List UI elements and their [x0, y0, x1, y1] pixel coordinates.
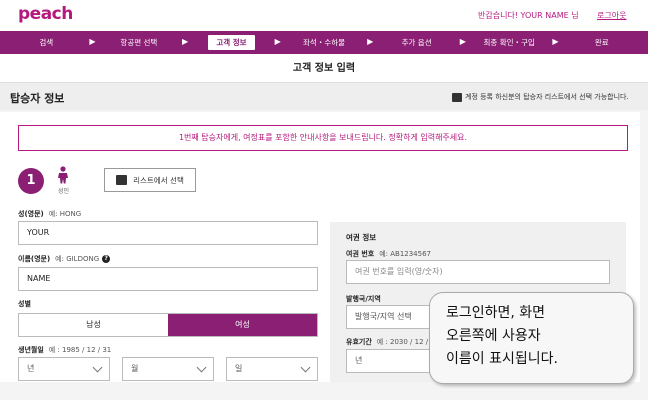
birth-day-value: 일: [235, 364, 243, 373]
step-label: 추가 옵션: [401, 38, 432, 47]
gender-label: 성별: [18, 300, 31, 308]
step-seat-baggage: 좌석・수하물 ▶: [278, 31, 373, 54]
person-icon: [58, 166, 68, 184]
step-label: 좌석・수하물: [303, 38, 346, 47]
passport-number-label: 여권 번호 예: AB1234567: [346, 249, 431, 259]
passport-number-example: 예: AB1234567: [379, 250, 431, 258]
peach-logo[interactable]: peach: [18, 4, 73, 24]
passenger-number: 1: [18, 168, 44, 194]
step-label: 완료: [594, 38, 609, 47]
expiry-label: 유효기간 예 : 2030 / 12 / 3: [346, 337, 435, 347]
step-search: 검색 ▶: [0, 31, 95, 54]
passenger-type: 성인: [58, 188, 70, 195]
expiry-year-value: 년: [355, 356, 363, 365]
passport-number-input[interactable]: 여권 번호를 입력(영/숫자): [346, 260, 610, 284]
select-from-list-button[interactable]: 리스트에서 선택: [104, 168, 196, 192]
page-title: 고객 정보 입력: [292, 63, 356, 74]
surname-label: 성(영문) 예: HONG: [18, 209, 81, 219]
birthdate-label: 생년월일 예 : 1985 / 12 / 31: [18, 345, 111, 355]
given-name-example: 예: GILDONG: [55, 255, 100, 263]
step-options: 추가 옵션 ▶: [370, 31, 466, 54]
contact-list-icon: [452, 92, 462, 102]
birth-year-select[interactable]: 년: [18, 357, 110, 381]
chevron-down-icon: [300, 362, 311, 373]
welcome-message: 반갑습니다! YOUR NAME 님: [478, 11, 579, 20]
expiry-example: 예 : 2030 / 12 / 3: [376, 338, 435, 346]
given-name-label: 이름(영문) 예: GILDONG?: [18, 254, 111, 264]
step-label: 검색: [39, 38, 54, 47]
given-name-label-text: 이름(영문): [18, 255, 51, 263]
issuing-country-value: 발행국/지역 선택: [355, 312, 412, 321]
gender-male-button[interactable]: 남성: [19, 314, 168, 336]
birthdate-example: 예 : 1985 / 12 / 31: [48, 346, 112, 354]
birth-month-value: 월: [131, 364, 139, 373]
expiry-label-text: 유효기간: [346, 338, 372, 346]
surname-example: 예: HONG: [48, 210, 82, 218]
chevron-down-icon: [196, 362, 207, 373]
login-tooltip: 로그인하면, 화면 오른쪽에 사용자 이름이 표시됩니다.: [429, 292, 634, 384]
section-note-text: 계정 등록 하신분의 탑승자 리스트에서 선택 가능합니다.: [465, 93, 629, 101]
section-header: 탑승자 정보 계정 등록 하신분의 탑승자 리스트에서 선택 가능합니다.: [0, 82, 648, 110]
logout-link[interactable]: 로그아웃: [597, 10, 626, 21]
birth-day-select[interactable]: 일: [226, 357, 318, 381]
passport-number-label-text: 여권 번호: [346, 250, 375, 258]
tooltip-line-1: 로그인하면, 화면: [446, 305, 546, 321]
expiry-year-select[interactable]: 년: [346, 349, 430, 373]
passport-title: 여권 정보: [346, 233, 377, 242]
section-title: 탑승자 정보: [10, 92, 65, 105]
step-label: 최종 확인・구입: [483, 38, 535, 47]
chevron-down-icon: [92, 362, 103, 373]
contact-list-icon: [116, 175, 128, 185]
header: peach 반갑습니다! YOUR NAME 님 로그아웃: [0, 0, 648, 30]
tooltip-line-2: 오른쪽에 사용자: [446, 328, 541, 344]
help-icon[interactable]: ?: [102, 255, 111, 263]
surname-input[interactable]: YOUR: [18, 221, 318, 245]
select-from-list-label: 리스트에서 선택: [133, 175, 184, 185]
step-complete: 완료: [555, 31, 648, 54]
tooltip-line-3: 이름이 표시됩니다.: [446, 351, 558, 367]
step-label: 고객 정보: [208, 35, 255, 50]
section-note: 계정 등록 하신분의 탑승자 리스트에서 선택 가능합니다.: [452, 92, 629, 102]
booking-steps: 검색 ▶ 항공편 선택 ▶ 고객 정보 ▶ 좌석・수하물 ▶ 추가 옵션 ▶ 최종 확인・…: [0, 31, 648, 54]
surname-label-text: 성(영문): [18, 210, 44, 218]
birth-month-select[interactable]: 월: [122, 357, 214, 381]
step-flight: 항공편 선택 ▶: [93, 31, 188, 54]
birth-year-value: 년: [27, 364, 35, 373]
issuing-country-label: 발행국/지역: [346, 295, 381, 303]
notice-box: 1번째 탑승자에게, 여정표를 포함한 안내사항을 보내드립니다. 정확하게 입…: [18, 125, 628, 151]
birthdate-label-text: 생년월일: [18, 346, 44, 354]
gender-female-button[interactable]: 여성: [168, 314, 317, 336]
step-label: 항공편 선택: [120, 38, 158, 47]
given-name-input[interactable]: NAME: [18, 267, 318, 291]
step-confirm-purchase: 최종 확인・구입 ▶: [463, 31, 559, 54]
gender-toggle: 남성 여성: [18, 313, 318, 337]
step-customer-info: 고객 정보 ▶: [185, 31, 281, 54]
